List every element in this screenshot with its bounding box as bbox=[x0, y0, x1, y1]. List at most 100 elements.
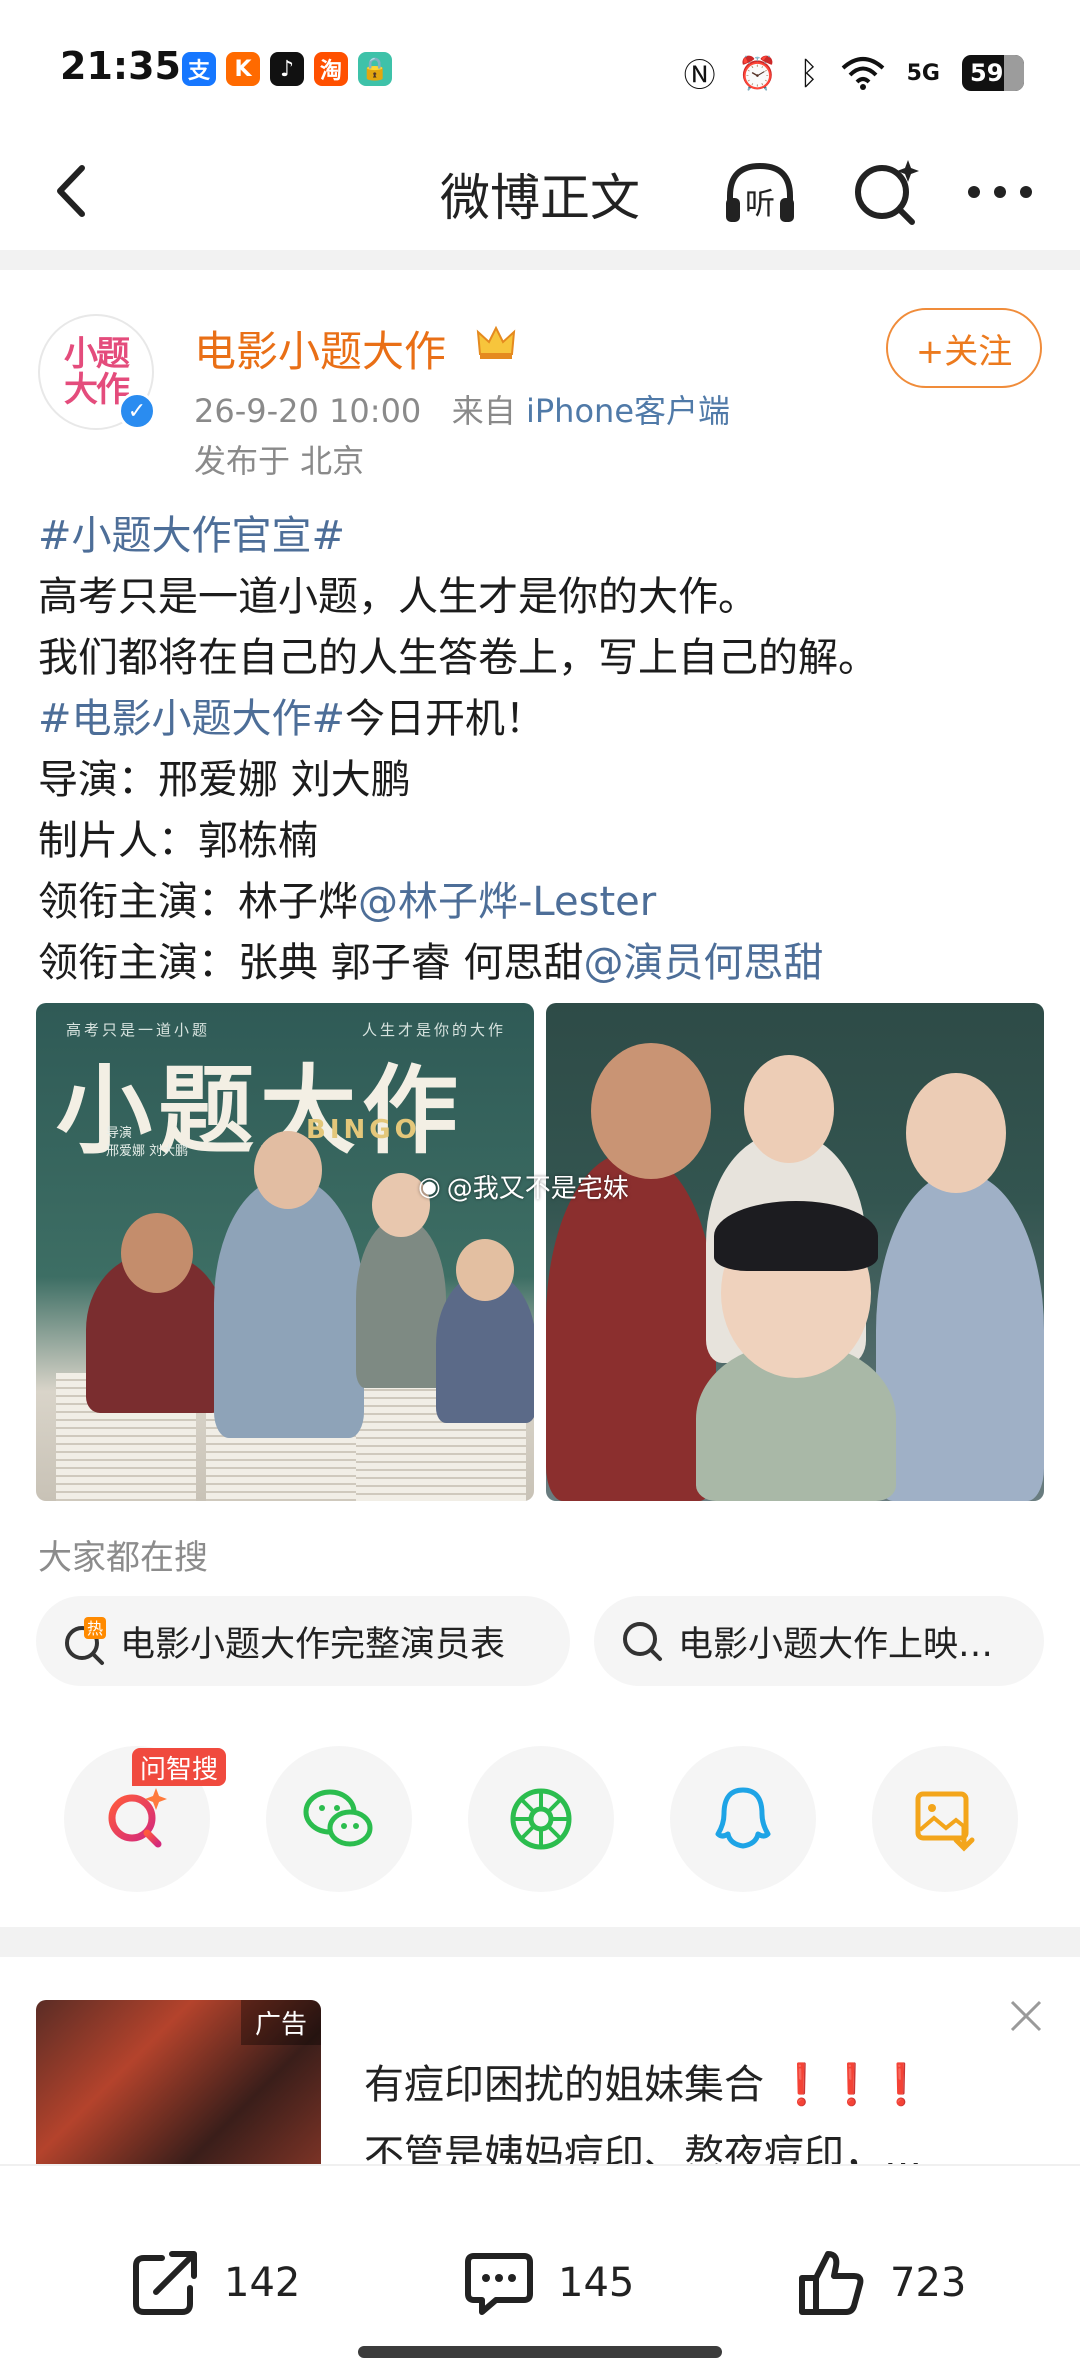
post-text: 导演：邢爱娜 刘大鹏 bbox=[38, 757, 411, 803]
section-divider bbox=[0, 250, 1080, 270]
qq-icon bbox=[715, 1787, 771, 1849]
tiktok-icon: ♪ bbox=[270, 52, 304, 86]
search-chip[interactable]: 热 电影小题大作完整演员表 bbox=[36, 1596, 570, 1686]
save-image-icon bbox=[915, 1791, 975, 1852]
nfc-icon: Ⓝ bbox=[683, 56, 716, 94]
poster-subtitle: BINGO bbox=[306, 1115, 421, 1145]
post-image-2[interactable] bbox=[546, 1003, 1044, 1501]
post-line: 领衔主演：张典 郭子睿 何思甜@演员何思甜 bbox=[38, 933, 1048, 994]
mention-link[interactable]: @演员何思甜 bbox=[583, 940, 823, 986]
like-count: 723 bbox=[890, 2260, 967, 2306]
author-name[interactable]: 电影小题大作 bbox=[194, 318, 446, 379]
bluetooth-icon: ᛒ bbox=[799, 54, 819, 92]
person-figure bbox=[254, 1131, 322, 1209]
close-icon[interactable] bbox=[1006, 1996, 1046, 2036]
avatar-logo-text: 小题大作 bbox=[64, 334, 130, 410]
ai-search-icon bbox=[108, 1788, 167, 1848]
battery-indicator: 59 bbox=[962, 55, 1024, 91]
home-indicator[interactable] bbox=[358, 2346, 722, 2358]
person-figure bbox=[906, 1073, 1006, 1193]
wechat-icon bbox=[303, 1789, 373, 1847]
comment-icon bbox=[465, 2253, 533, 2315]
post-line: 领衔主演：林子烨@林子烨-Lester bbox=[38, 872, 1048, 933]
cell-signal-icon: 5G bbox=[906, 60, 940, 86]
share-qq-button[interactable] bbox=[670, 1746, 816, 1892]
post-body: #小题大作官宣# 高考只是一道小题，人生才是你的大作。我们都将在自己的人生答卷上，… bbox=[38, 506, 1048, 994]
post-line: 我们都将在自己的人生答卷上，写上自己的解。 bbox=[38, 628, 1048, 689]
post-line: #电影小题大作#今日开机！ bbox=[38, 689, 1048, 750]
person-figure bbox=[456, 1239, 514, 1301]
post-location: 发布于 北京 bbox=[194, 442, 365, 480]
lock-app-icon: 🔒 bbox=[358, 52, 392, 86]
ai-search-badge: 问智搜 bbox=[132, 1748, 227, 1786]
post-text: 领衔主演：林子烨 bbox=[38, 879, 358, 925]
post-meta: 26-9-20 10:00 来自 iPhone客户端 bbox=[194, 386, 730, 432]
post-image-1[interactable]: 高考只是一道小题 人生才是你的大作 小题大作 BINGO 导演 邢爱娜 刘大鹏 bbox=[36, 1003, 534, 1501]
hashtag-link[interactable]: #小题大作官宣# bbox=[38, 513, 345, 559]
author-avatar[interactable]: 小题大作 ✓ bbox=[38, 314, 156, 430]
post-text: 领衔主演：张典 郭子睿 何思甜 bbox=[38, 940, 584, 986]
ad-title[interactable]: 有痘印困扰的姐妹集合 ❗❗❗ bbox=[364, 2052, 926, 2110]
listen-button[interactable]: 听 bbox=[718, 152, 802, 236]
person-figure bbox=[121, 1213, 193, 1293]
kuaishou-icon: K bbox=[226, 52, 260, 86]
post-text: 今日开机！ bbox=[345, 696, 546, 742]
share-wechat-button[interactable] bbox=[266, 1746, 412, 1892]
repost-button[interactable]: 142 bbox=[126, 2244, 300, 2322]
source-prefix: 来自 bbox=[451, 392, 516, 430]
save-image-button[interactable] bbox=[872, 1746, 1018, 1892]
search-chip-text: 电影小题大作上映… bbox=[678, 1624, 994, 1665]
person-figure bbox=[591, 1043, 711, 1179]
mention-link[interactable]: @林子烨-Lester bbox=[358, 879, 656, 925]
battery-level: 59 bbox=[970, 59, 1004, 87]
search-chip[interactable]: 电影小题大作上映… bbox=[594, 1596, 1044, 1686]
section-divider bbox=[0, 1927, 1080, 1957]
post-line: 制片人：郭栋楠 bbox=[38, 811, 1048, 872]
headphone-listen-icon: 听 bbox=[726, 162, 794, 222]
status-indicators: Ⓝ ⏰ ᛒ 5G 59 bbox=[684, 50, 1024, 96]
watermark-text: @我又不是宅妹 bbox=[446, 1174, 629, 1204]
person-figure bbox=[546, 1153, 716, 1501]
search-chip-text: 电影小题大作完整演员表 bbox=[120, 1624, 506, 1665]
post-line: 导演：邢爱娜 刘大鹏 bbox=[38, 750, 1048, 811]
post-line: 高考只是一道小题，人生才是你的大作。 bbox=[38, 567, 1048, 628]
hashtag-link[interactable]: #电影小题大作# bbox=[38, 696, 345, 742]
status-time: 21:35 bbox=[60, 44, 181, 88]
svg-text:热: 热 bbox=[87, 1619, 103, 1638]
follow-button[interactable]: +关注 bbox=[886, 308, 1042, 388]
status-bar: 21:35 支 K ♪ 淘 🔒 Ⓝ ⏰ ᛒ 5G 59 bbox=[0, 0, 1080, 130]
weibo-logo-icon: ◉ bbox=[418, 1171, 441, 1202]
person-figure bbox=[744, 1055, 834, 1163]
alarm-icon: ⏰ bbox=[737, 54, 778, 92]
poster-credits: 导演 邢爱娜 刘大鹏 bbox=[106, 1125, 188, 1161]
person-figure bbox=[214, 1178, 364, 1438]
share-moments-button[interactable] bbox=[468, 1746, 614, 1892]
trending-search-label: 大家都在搜 bbox=[38, 1538, 208, 1578]
top-nav-bar: 微博正文 听 bbox=[0, 130, 1080, 250]
ad-tag: 广告 bbox=[240, 2000, 321, 2045]
search-icon bbox=[623, 1622, 662, 1661]
ad-image[interactable]: 广告 bbox=[36, 2000, 321, 2164]
ad-subtitle[interactable]: 不管是姨妈痘印、熬夜痘印，... bbox=[364, 2122, 1024, 2166]
post-source[interactable]: iPhone客户端 bbox=[526, 392, 730, 430]
crown-badge-icon bbox=[476, 325, 516, 359]
alipay-icon: 支 bbox=[182, 52, 216, 86]
moments-icon bbox=[510, 1788, 572, 1850]
ad-exclamation-marks: ❗❗❗ bbox=[776, 2062, 927, 2108]
poster-directors: 邢爱娜 刘大鹏 bbox=[106, 1144, 189, 1159]
thumbs-up-icon bbox=[799, 2251, 864, 2315]
post-datetime: 26-9-20 10:00 bbox=[194, 392, 422, 430]
image-watermark: ◉ @我又不是宅妹 bbox=[418, 1168, 629, 1205]
more-icon[interactable] bbox=[960, 162, 1040, 222]
comment-button[interactable]: 145 bbox=[460, 2244, 634, 2322]
status-app-icons: 支 K ♪ 淘 🔒 bbox=[182, 52, 392, 86]
comment-count: 145 bbox=[558, 2260, 635, 2306]
verified-badge-icon: ✓ bbox=[118, 392, 156, 430]
repost-count: 142 bbox=[224, 2260, 301, 2306]
poster-director-label: 导演 bbox=[106, 1126, 133, 1141]
ai-search-nav-icon[interactable] bbox=[846, 152, 926, 232]
post-text: 制片人：郭栋楠 bbox=[38, 818, 318, 864]
post-text: 高考只是一道小题，人生才是你的大作。 bbox=[38, 574, 758, 620]
like-button[interactable]: 723 bbox=[792, 2244, 966, 2322]
ad-title-text: 有痘印困扰的姐妹集合 bbox=[364, 2062, 764, 2108]
